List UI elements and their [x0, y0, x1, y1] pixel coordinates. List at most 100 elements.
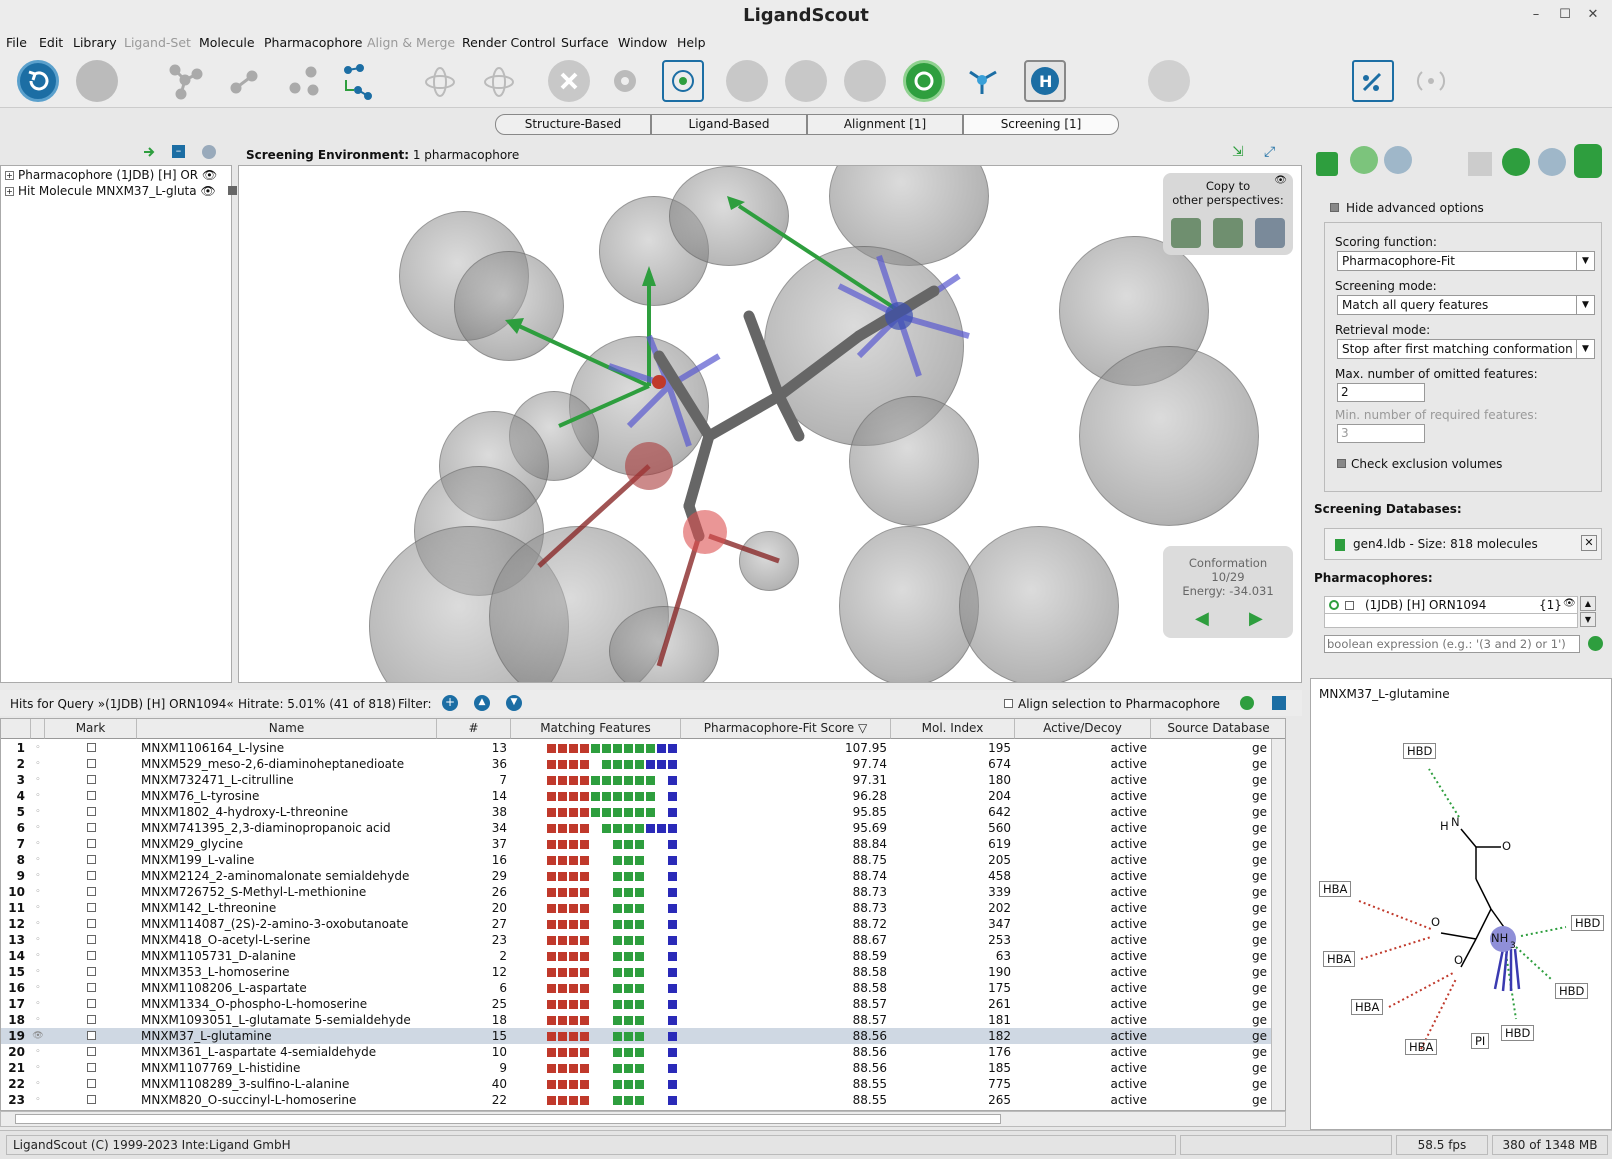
conformer-icon[interactable]: [1089, 60, 1131, 102]
visibility-icon[interactable]: ◦: [31, 740, 45, 756]
visibility-icon[interactable]: ◦: [31, 900, 45, 916]
visibility-icon[interactable]: ◦: [31, 868, 45, 884]
apply-expression-icon[interactable]: [1588, 636, 1603, 651]
menu-align-merge[interactable]: Align & Merge: [367, 35, 455, 50]
visibility-icon[interactable]: ◦: [31, 804, 45, 820]
col-mark[interactable]: Mark: [45, 719, 137, 739]
table-row[interactable]: 22 ◦ MNXM1108289_3-sulfino-L-alanine 40 88.5…: [1, 1076, 1285, 1092]
menu-help[interactable]: Help: [677, 35, 706, 50]
mark-checkbox[interactable]: [86, 903, 96, 912]
edit-pharmacophore-icon[interactable]: [1352, 60, 1394, 102]
col-matching-features[interactable]: Matching Features: [511, 719, 681, 739]
tab-screening[interactable]: Screening [1]: [963, 114, 1119, 135]
menu-library[interactable]: Library: [73, 35, 117, 50]
tab-structure-based[interactable]: Structure-Based: [495, 114, 651, 135]
remove-database-icon[interactable]: ✕: [1581, 535, 1597, 551]
mark-checkbox[interactable]: [86, 999, 96, 1008]
break-bond-icon[interactable]: [283, 60, 325, 102]
table-row[interactable]: 4 ◦ MNXM76_L-tyrosine 14 96.28 204 active ge: [1, 788, 1285, 804]
mark-checkbox[interactable]: [86, 1095, 96, 1104]
mark-checkbox[interactable]: [86, 855, 96, 864]
visibility-icon[interactable]: ◦: [31, 852, 45, 868]
visibility-icon[interactable]: ◦: [31, 948, 45, 964]
menu-ligand-set[interactable]: Ligand-Set: [124, 35, 191, 50]
mark-checkbox[interactable]: [86, 871, 96, 880]
exclusion-volumes-checkbox[interactable]: [1337, 459, 1346, 468]
table-row[interactable]: 11 ◦ MNXM142_L-threonine 20 88.73 202 active ge: [1, 900, 1285, 916]
visibility-icon[interactable]: ◦: [31, 996, 45, 1012]
table-row[interactable]: 15 ◦ MNXM353_L-homoserine 12 88.58 190 active g…: [1, 964, 1285, 980]
hide-advanced-checkbox[interactable]: [1330, 203, 1339, 212]
table-row[interactable]: 17 ◦ MNXM1334_O-phospho-L-homoserine 25 88.5…: [1, 996, 1285, 1012]
tree-item-pharmacophore[interactable]: + Pharmacophore (1JDB) [H] OR 👁: [5, 168, 217, 182]
mark-checkbox[interactable]: [86, 951, 96, 960]
max-omitted-input[interactable]: 2: [1337, 383, 1425, 402]
2d-molecule-view[interactable]: MNXM37_L-glutamine HBD H N O HBA O HBA O…: [1310, 678, 1612, 1130]
align-selection-checkbox[interactable]: [1004, 699, 1013, 708]
copy-ligand-icon[interactable]: [1213, 218, 1243, 248]
table-row[interactable]: 13 ◦ MNXM418_O-acetyl-L-serine 23 88.67 253 ac…: [1, 932, 1285, 948]
table-row[interactable]: 9 ◦ MNXM2124_2-aminomalonate semialdehyde 2…: [1, 868, 1285, 884]
table-row[interactable]: 19 👁 MNXM37_L-glutamine 15 88.56 182 active ge: [1, 1028, 1285, 1044]
mark-checkbox[interactable]: [86, 1031, 96, 1040]
visibility-icon[interactable]: ◦: [31, 980, 45, 996]
screen-icon[interactable]: [1350, 146, 1378, 174]
visibility-icon[interactable]: ◦: [31, 788, 45, 804]
mark-checkbox[interactable]: [86, 807, 96, 816]
horizontal-scrollbar[interactable]: [0, 1111, 1286, 1127]
table-row[interactable]: 1 ◦ MNXM1106164_L-lysine 13 107.95 195 active g…: [1, 740, 1285, 756]
scroll-up-icon[interactable]: ▲: [1580, 596, 1596, 611]
eye-icon[interactable]: 👁: [200, 184, 215, 198]
mark-checkbox[interactable]: [86, 743, 96, 752]
visibility-icon[interactable]: ◦: [31, 756, 45, 772]
table-row[interactable]: 6 ◦ MNXM741395_2,3-diaminopropanoic acid 34…: [1, 820, 1285, 836]
table-scrollbar[interactable]: [1271, 739, 1285, 1110]
table-row[interactable]: 23 ◦ MNXM820_O-succinyl-L-homoserine 22 88.5…: [1, 1092, 1285, 1108]
tab-alignment[interactable]: Alignment [1]: [807, 114, 963, 135]
export-table-icon[interactable]: [1272, 696, 1286, 710]
visibility-icon[interactable]: ◦: [31, 1044, 45, 1060]
col-mol-index[interactable]: Mol. Index: [891, 719, 1015, 739]
col-fit-score[interactable]: Pharmacophore-Fit Score ▽: [681, 719, 891, 739]
database-item[interactable]: gen4.ldb - Size: 818 molecules: [1353, 537, 1538, 551]
scroll-down-icon[interactable]: ▼: [1580, 612, 1596, 627]
mark-checkbox[interactable]: [86, 1047, 96, 1056]
tree-export-icon[interactable]: [142, 145, 156, 162]
visibility-icon[interactable]: ◦: [31, 836, 45, 852]
menu-pharmacophore[interactable]: Pharmacophore: [264, 35, 362, 50]
pharmacophore-checkbox[interactable]: [1345, 601, 1354, 610]
mark-checkbox[interactable]: [86, 839, 96, 848]
database-add-icon[interactable]: [1316, 152, 1338, 176]
measure-distance-icon[interactable]: [1266, 60, 1308, 102]
rotate-feature-icon[interactable]: [785, 60, 827, 102]
visibility-icon[interactable]: ◦: [31, 1076, 45, 1092]
menu-surface[interactable]: Surface: [561, 35, 609, 50]
measure-angle-icon[interactable]: [1206, 60, 1248, 102]
boolean-expression-input[interactable]: [1324, 635, 1580, 653]
eye-icon[interactable]: 👁: [1274, 175, 1287, 186]
unknown-atom-icon[interactable]: [224, 60, 266, 102]
visibility-icon[interactable]: ◦: [31, 1012, 45, 1028]
gear-feature-icon[interactable]: [604, 60, 646, 102]
table-row[interactable]: 2 ◦ MNXM529_meso-2,6-diaminoheptanedioate 3…: [1, 756, 1285, 772]
redo-icon[interactable]: [76, 60, 118, 102]
min-required-input[interactable]: 3: [1337, 424, 1425, 443]
screening-feature-icon[interactable]: [903, 60, 945, 102]
screening-mode-select[interactable]: Match all query features ▼: [1337, 295, 1595, 315]
broadcast-icon[interactable]: [1410, 60, 1452, 102]
col-count[interactable]: #: [437, 719, 511, 739]
undo-icon[interactable]: [17, 60, 59, 102]
delete-feature-icon[interactable]: [548, 60, 590, 102]
mark-checkbox[interactable]: [86, 1015, 96, 1024]
refresh-icon[interactable]: [1240, 696, 1254, 710]
export-view-icon[interactable]: ⇲: [1232, 144, 1248, 160]
surface-icon[interactable]: [1148, 60, 1190, 102]
mark-checkbox[interactable]: [86, 935, 96, 944]
previous-conformation-icon[interactable]: ◀: [1195, 608, 1209, 629]
mark-checkbox[interactable]: [86, 791, 96, 800]
mark-checkbox[interactable]: [86, 983, 96, 992]
screen-signal-icon[interactable]: [1384, 146, 1412, 174]
visibility-icon[interactable]: ◦: [31, 916, 45, 932]
branch-tool-icon[interactable]: [962, 60, 1004, 102]
mark-checkbox[interactable]: [86, 887, 96, 896]
